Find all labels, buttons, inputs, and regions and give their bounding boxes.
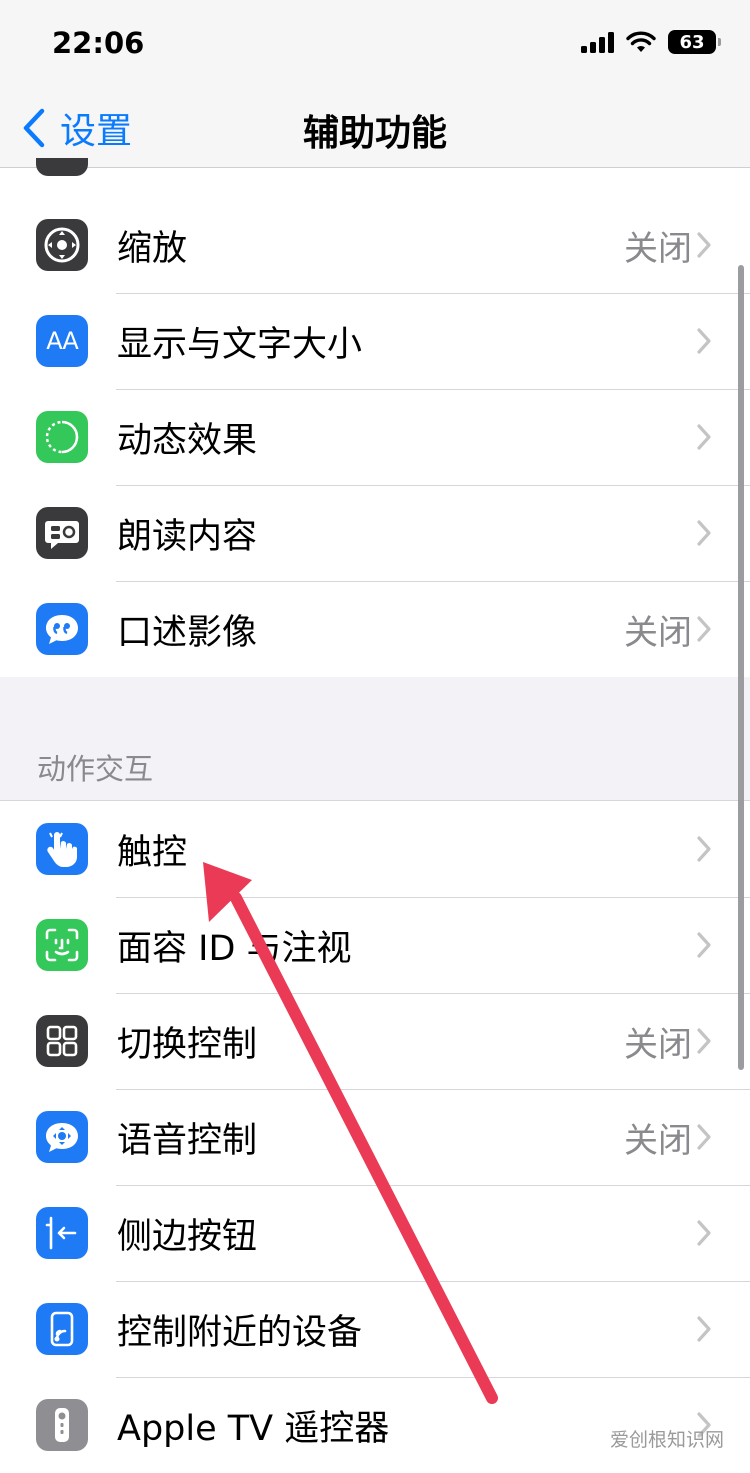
row-face-id-attention[interactable]: 面容 ID 与注视 [0,897,750,993]
row-label: 触控 [117,832,188,873]
chevron-right-icon [697,932,711,958]
row-voice-control[interactable]: 语音控制 关闭 [0,1089,750,1185]
interaction-settings-group: 触控 面容 ID 与注视 切换控制 关闭 语音控制 关闭 侧边按钮 控制附近的设… [0,800,750,1473]
motion-icon [36,411,88,463]
chevron-right-icon [697,1220,711,1246]
watermark: 爱创根知识网 [609,1429,724,1451]
row-value: 关闭 [624,1120,692,1161]
chevron-right-icon [697,1124,711,1150]
chevron-right-icon [697,520,711,546]
chevron-right-icon [697,1316,711,1342]
navigation-bar: 设置 辅助功能 [0,88,750,168]
status-time: 22:06 [52,26,145,60]
face-id-icon [36,919,88,971]
row-zoom[interactable]: 缩放 关闭 [0,197,750,293]
zoom-icon [36,219,88,271]
chevron-right-icon [697,232,711,258]
apple-tv-remote-icon [36,1399,88,1451]
row-motion[interactable]: 动态效果 [0,389,750,485]
chevron-right-icon [697,328,711,354]
touch-icon [36,823,88,875]
row-label: 动态效果 [117,420,258,461]
audio-description-icon [36,603,88,655]
chevron-right-icon [697,1028,711,1054]
section-header: 动作交互 [37,752,154,786]
row-touch[interactable]: 触控 [0,801,750,897]
row-label: 切换控制 [117,1024,258,1065]
row-value: 关闭 [624,228,692,269]
row-control-nearby-devices[interactable]: 控制附近的设备 [0,1281,750,1377]
row-value: 关闭 [624,1024,692,1065]
row-label: 显示与文字大小 [117,324,363,365]
row-switch-control[interactable]: 切换控制 关闭 [0,993,750,1089]
row-value: 关闭 [624,612,692,653]
row-label: 语音控制 [117,1120,258,1161]
battery-level: 63 [679,31,705,53]
row-label: 侧边按钮 [117,1216,258,1257]
row-label: Apple TV 遥控器 [117,1408,390,1449]
spoken-content-icon [36,507,88,559]
status-bar: 22:06 63 [0,0,750,88]
row-side-button[interactable]: 侧边按钮 [0,1185,750,1281]
row-display-text-size[interactable]: AA 显示与文字大小 [0,293,750,389]
cellular-signal-icon [581,31,614,53]
voice-control-icon [36,1111,88,1163]
row-audio-descriptions[interactable]: 口述影像 关闭 [0,581,750,677]
row-spoken-content[interactable]: 朗读内容 [0,485,750,581]
partial-row [0,158,750,197]
scrollbar[interactable] [738,265,744,1070]
side-button-icon [36,1207,88,1259]
row-label: 控制附近的设备 [117,1312,363,1353]
page-title: 辅助功能 [302,113,447,154]
row-label: 缩放 [117,228,188,269]
row-label: 面容 ID 与注视 [117,928,352,969]
nearby-devices-icon [36,1303,88,1355]
chevron-right-icon [697,616,711,642]
partial-icon [36,158,88,176]
status-icons: 63 [581,30,721,54]
switch-control-icon [36,1015,88,1067]
wifi-icon [626,31,656,52]
chevron-right-icon [697,424,711,450]
battery-icon: 63 [668,30,721,54]
row-label: 朗读内容 [117,516,258,557]
chevron-right-icon [697,836,711,862]
text-size-icon: AA [36,315,88,367]
row-label: 口述影像 [117,612,258,653]
vision-settings-group: 缩放 关闭 AA 显示与文字大小 动态效果 朗读内容 口述影像 关闭 [0,197,750,677]
